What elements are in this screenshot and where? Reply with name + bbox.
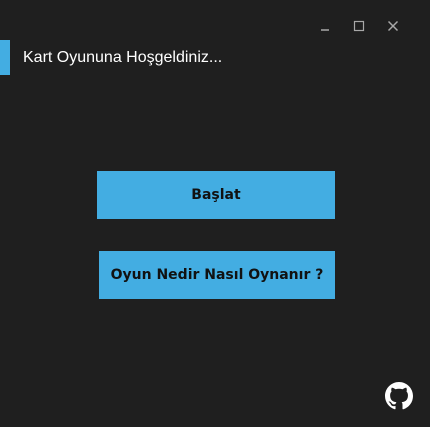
github-icon [385, 382, 413, 410]
github-link[interactable] [385, 382, 413, 410]
minimize-button[interactable] [308, 14, 342, 38]
close-icon [387, 20, 399, 32]
close-button[interactable] [376, 14, 410, 38]
title-accent-bar [0, 40, 10, 75]
window-controls [308, 14, 410, 38]
start-button[interactable]: Başlat [97, 171, 335, 219]
window-title: Kart Oyununa Hoşgeldiniz... [23, 48, 223, 66]
how-to-play-button[interactable]: Oyun Nedir Nasıl Oynanır ? [99, 251, 335, 299]
minimize-icon [321, 29, 329, 31]
app-window: Kart Oyununa Hoşgeldiniz... Başlat Oyun … [0, 0, 430, 427]
maximize-button[interactable] [342, 14, 376, 38]
maximize-icon [353, 20, 365, 32]
title-bar: Kart Oyununa Hoşgeldiniz... [0, 40, 222, 75]
